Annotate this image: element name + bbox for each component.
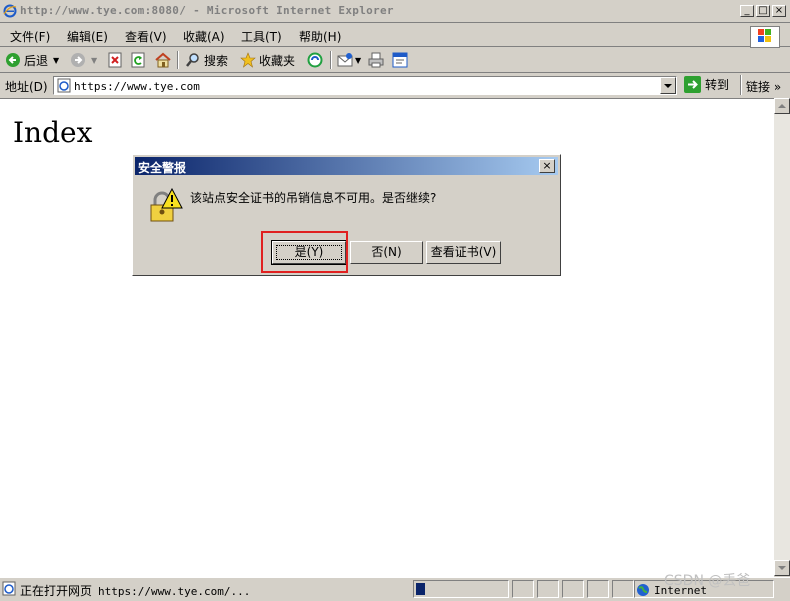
menu-tools[interactable]: 工具(T) <box>241 28 282 45</box>
menu-view[interactable]: 查看(V) <box>125 28 167 45</box>
dialog-message: 该站点安全证书的吊销信息不可用。是否继续? <box>190 191 437 205</box>
print-button[interactable] <box>368 51 384 69</box>
address-value[interactable]: https://www.tye.com <box>74 80 200 93</box>
menu-favorites[interactable]: 收藏(A) <box>183 28 225 45</box>
window-title: http://www.tye.com:8080/ - Microsoft Int… <box>20 4 394 17</box>
search-label: 搜索 <box>204 53 229 68</box>
stop-icon <box>108 52 122 68</box>
minimize-icon: _ <box>744 5 750 16</box>
star-icon <box>240 52 256 68</box>
status-cell <box>512 580 534 598</box>
back-dropdown-icon[interactable]: ▼ <box>53 56 59 65</box>
windows-logo-icon <box>750 26 780 48</box>
back-button[interactable]: 后退 ▼ <box>5 51 59 69</box>
yes-button-highlight <box>261 231 348 273</box>
arrow-up-icon <box>778 104 786 108</box>
view-certificate-button[interactable]: 查看证书(V) <box>426 241 501 264</box>
view-certificate-label: 查看证书(V) <box>430 245 497 259</box>
vertical-scrollbar[interactable] <box>774 98 790 576</box>
forward-arrow-icon <box>71 53 85 67</box>
maximize-button[interactable]: □ <box>756 5 770 17</box>
home-icon <box>155 52 171 68</box>
menu-help[interactable]: 帮助(H) <box>299 28 341 45</box>
status-cell <box>612 580 634 598</box>
menu-bar: 文件(F) 编辑(E) 查看(V) 收藏(A) 工具(T) 帮助(H) <box>0 23 790 47</box>
close-icon: × <box>542 159 552 172</box>
scroll-up-button[interactable] <box>774 98 790 114</box>
back-label: 后退 <box>24 53 49 68</box>
edit-page-icon <box>392 52 408 68</box>
links-button[interactable]: 链接 » <box>746 78 781 95</box>
search-button[interactable]: 搜索 <box>185 51 228 69</box>
status-cell <box>537 580 559 598</box>
title-bar: http://www.tye.com:8080/ - Microsoft Int… <box>0 0 790 23</box>
home-button[interactable] <box>154 51 172 69</box>
chevron-right-icon: » <box>773 80 782 94</box>
back-arrow-icon <box>6 53 20 67</box>
status-url: https://www.tye.com/... <box>98 585 251 598</box>
minimize-button[interactable]: _ <box>740 5 754 17</box>
progress-fill <box>416 583 425 595</box>
no-button[interactable]: 否(N) <box>350 241 423 264</box>
dialog-title: 安全警报 <box>138 161 187 175</box>
status-text: 正在打开网页 <box>20 584 93 598</box>
favorites-button[interactable]: 收藏夹 <box>240 51 295 69</box>
menu-edit[interactable]: 编辑(E) <box>67 28 108 45</box>
dialog-close-button[interactable]: × <box>539 159 555 173</box>
watermark: CSDN @丢爸 <box>664 573 751 589</box>
media-icon <box>307 52 323 68</box>
status-cell <box>562 580 584 598</box>
address-bar: 地址(D) https://www.tye.com 转到 链接 » <box>0 73 790 97</box>
page-heading: Index <box>13 116 93 149</box>
address-dropdown-button[interactable] <box>660 77 676 94</box>
no-label: 否(N) <box>371 245 402 259</box>
standard-toolbar: 后退 ▼ ▼ 搜索 收藏夹 ▼ <box>0 48 790 73</box>
progress-bar <box>413 580 509 598</box>
chevron-down-icon <box>664 84 672 88</box>
search-icon <box>186 53 199 67</box>
mail-button[interactable]: ▼ <box>337 51 361 69</box>
stop-button[interactable] <box>108 51 122 69</box>
scroll-down-button[interactable] <box>774 560 790 576</box>
go-button[interactable]: 转到 <box>684 76 729 93</box>
favorites-label: 收藏夹 <box>259 53 296 68</box>
close-icon: × <box>774 5 784 16</box>
address-field[interactable]: https://www.tye.com <box>53 76 677 95</box>
edit-button[interactable] <box>392 51 408 69</box>
maximize-icon: □ <box>758 5 768 16</box>
menu-file[interactable]: 文件(F) <box>10 28 50 45</box>
arrow-down-icon <box>778 566 786 570</box>
ie-icon <box>3 4 17 18</box>
links-label: 链接 <box>746 80 771 94</box>
go-label: 转到 <box>705 78 730 92</box>
status-message: 正在打开网页 https://www.tye.com/... <box>20 582 250 599</box>
address-label: 地址(D) <box>5 80 48 94</box>
toolbar-separator <box>330 51 332 69</box>
printer-icon <box>368 52 384 68</box>
forward-dropdown-icon[interactable]: ▼ <box>91 56 97 65</box>
mail-icon <box>337 53 353 67</box>
lock-warning-icon <box>150 187 183 222</box>
status-cell <box>587 580 609 598</box>
toolbar-separator <box>177 51 179 69</box>
refresh-button[interactable] <box>131 51 145 69</box>
toolbar-separator <box>740 75 742 95</box>
dialog-title-bar: 安全警报 × <box>135 157 558 175</box>
page-loading-icon <box>2 581 16 596</box>
media-button[interactable] <box>307 51 323 69</box>
page-icon <box>57 78 71 93</box>
forward-button[interactable]: ▼ <box>70 51 97 69</box>
mail-dropdown-icon[interactable]: ▼ <box>355 56 361 65</box>
globe-icon <box>637 584 649 596</box>
go-arrow-icon <box>684 76 701 93</box>
close-button[interactable]: × <box>772 5 786 17</box>
refresh-icon <box>131 52 145 68</box>
